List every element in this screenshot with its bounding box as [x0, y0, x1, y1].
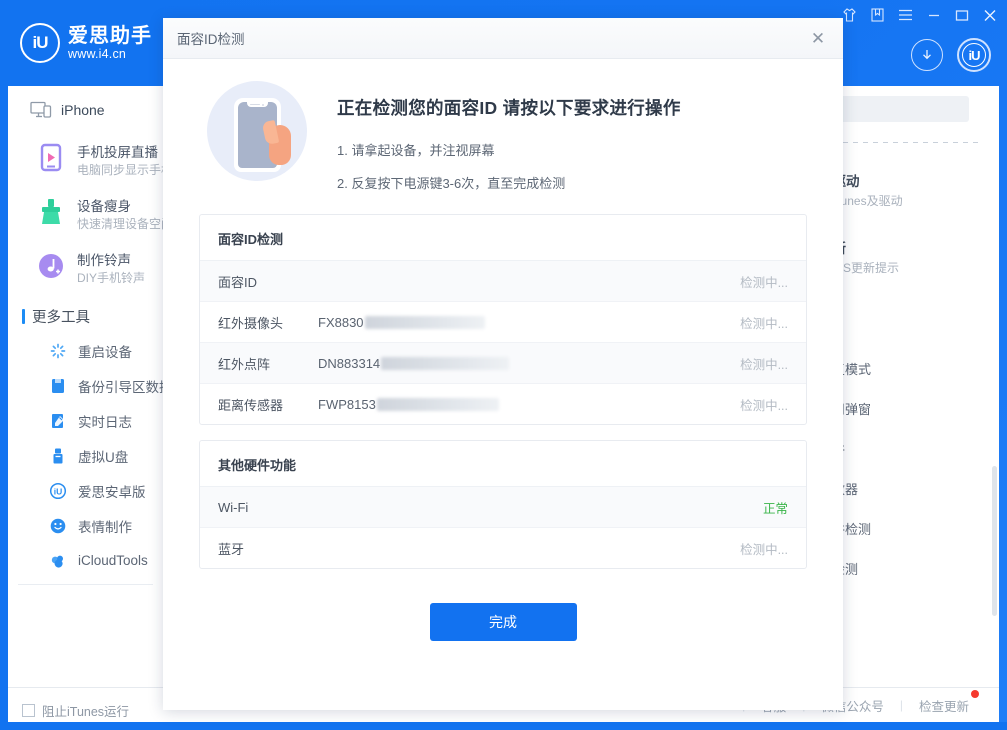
redacted-serial — [376, 397, 499, 411]
row-value-text: DN883314 — [318, 355, 381, 371]
dialog-footer: 完成 — [199, 569, 807, 641]
redacted-serial — [364, 315, 485, 329]
row-label: 红外摄像头 — [218, 315, 284, 331]
other-hardware-section: 其他硬件功能 Wi-Fi 正常 蓝牙 检测中... — [199, 440, 807, 569]
row-label: 红外点阵 — [218, 356, 271, 372]
modal-overlay: 面容ID检测 ✕ 正在检测您的面容ID 请按以下要求进行操作 1. 请拿起设备，… — [0, 0, 1007, 730]
table-row: 红外点阵 DN883314 检测中... — [200, 343, 806, 384]
dialog-step: 2. 反复按下电源键3-6次，直至完成检测 — [337, 176, 566, 191]
phone-speaker — [250, 103, 260, 106]
section-header: 其他硬件功能 — [200, 441, 806, 487]
row-label: Wi-Fi — [218, 499, 249, 515]
table-row: 距离传感器 FWP8153 检测中... — [200, 384, 806, 424]
row-status: 检测中... — [740, 316, 788, 331]
row-value-text: FWP8153 — [318, 396, 376, 412]
table-row: 面容ID 检测中... — [200, 261, 806, 302]
table-row: 红外摄像头 FX8830 检测中... — [200, 302, 806, 343]
row-value: FX8830 — [318, 315, 740, 330]
dialog-instructions: 正在检测您的面容ID 请按以下要求进行操作 1. 请拿起设备，并注视屏幕 2. … — [337, 81, 681, 193]
row-label: 面容ID — [218, 274, 258, 290]
row-status: 正常 — [762, 501, 788, 516]
dialog-heading: 正在检测您的面容ID 请按以下要求进行操作 — [337, 98, 681, 118]
table-row: 蓝牙 检测中... — [200, 528, 806, 568]
phone-in-hand-illustration — [207, 81, 307, 181]
row-label: 蓝牙 — [218, 541, 245, 557]
row-status: 检测中... — [740, 275, 788, 290]
dialog-step: 1. 请拿起设备，并注视屏幕 — [337, 143, 495, 158]
dialog-body: 正在检测您的面容ID 请按以下要求进行操作 1. 请拿起设备，并注视屏幕 2. … — [163, 59, 843, 710]
dialog-close-icon[interactable]: ✕ — [807, 27, 829, 49]
confirm-button[interactable]: 完成 — [429, 603, 577, 641]
table-row: Wi-Fi 正常 — [200, 487, 806, 528]
application-window: iU 爱思助手 www.i4.cn iU iPhone 手机投屏直播 电脑同步显… — [0, 0, 1007, 730]
row-status: 检测中... — [740, 357, 788, 372]
faceid-detection-dialog: 面容ID检测 ✕ 正在检测您的面容ID 请按以下要求进行操作 1. 请拿起设备，… — [163, 18, 843, 710]
section-header: 面容ID检测 — [200, 215, 806, 261]
row-status: 检测中... — [740, 542, 788, 557]
phone-camera — [262, 103, 264, 106]
dialog-title: 面容ID检测 — [177, 32, 245, 47]
dialog-hero: 正在检测您的面容ID 请按以下要求进行操作 1. 请拿起设备，并注视屏幕 2. … — [199, 59, 807, 199]
row-label: 距离传感器 — [218, 397, 284, 413]
faceid-detection-section: 面容ID检测 面容ID 检测中... 红外摄像头 FX8830 检测中... 红… — [199, 214, 807, 425]
row-value: FWP8153 — [318, 397, 740, 412]
dialog-titlebar: 面容ID检测 ✕ — [163, 18, 843, 59]
row-value: DN883314 — [318, 356, 740, 371]
row-status: 检测中... — [740, 398, 788, 413]
redacted-serial — [381, 356, 510, 370]
row-value-text: FX8830 — [318, 314, 364, 330]
